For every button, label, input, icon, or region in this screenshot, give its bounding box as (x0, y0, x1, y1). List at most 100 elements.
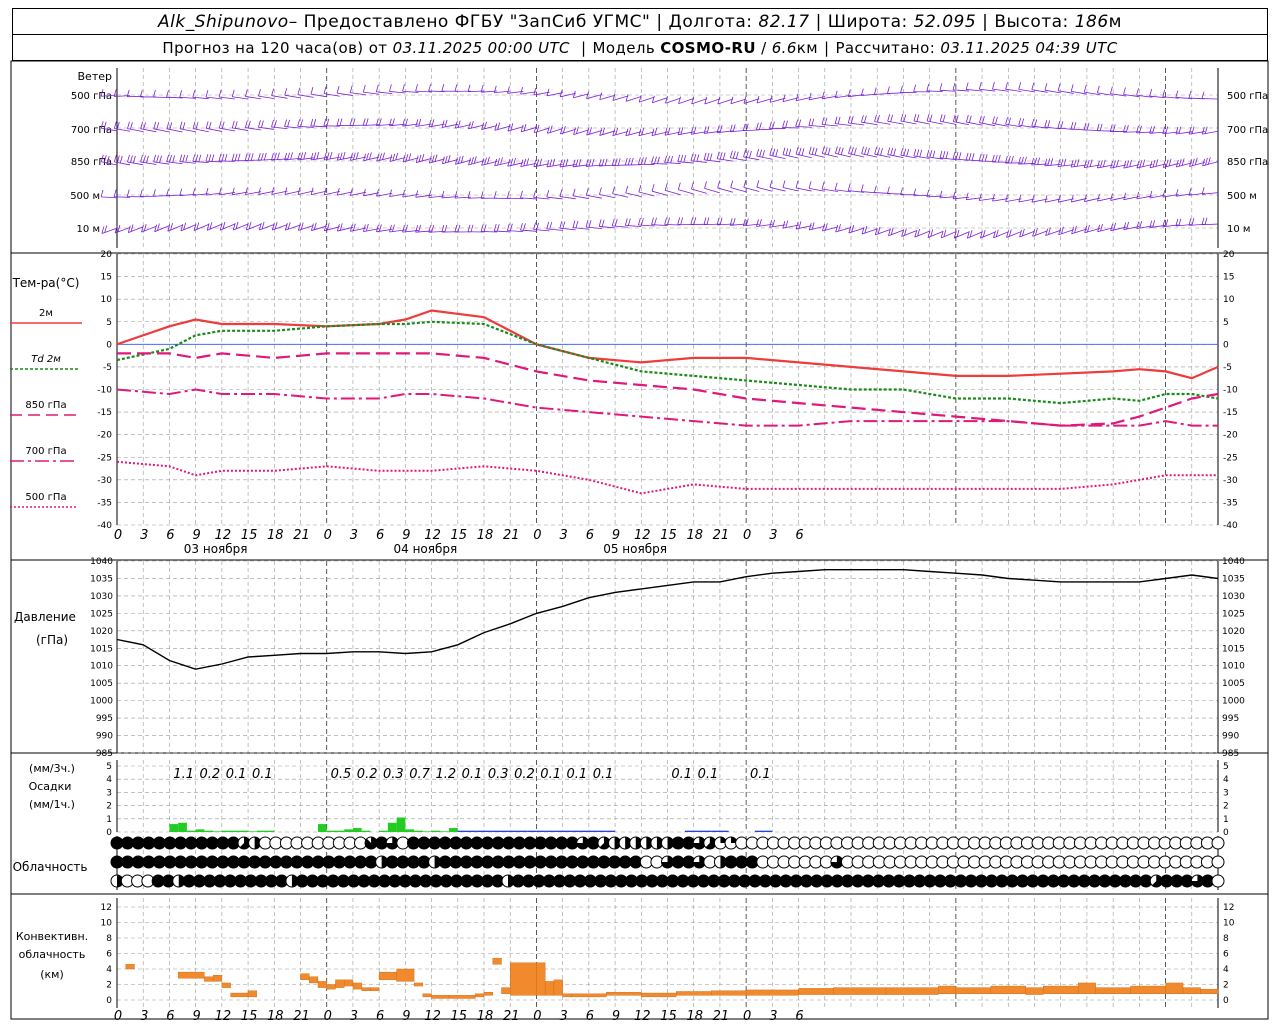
wind-barb-feather (664, 155, 668, 163)
wind-barb-feather (271, 88, 274, 96)
wind-barb-feather (1057, 83, 1061, 91)
wind-barb-feather (323, 118, 327, 126)
wind-barb-feather (1031, 82, 1035, 90)
pressure-ytick-right: 1020 (1222, 627, 1245, 637)
wind-barb-feather (1073, 159, 1077, 167)
wind-barb-shaft (559, 196, 576, 200)
wind-barb-feather (484, 121, 487, 129)
wind-barb-feather (271, 222, 275, 231)
rain-bar (396, 817, 406, 832)
pressure-ytick: 1025 (90, 609, 113, 619)
wind-barb-feather (680, 217, 684, 225)
wind-barb-feather (1031, 118, 1035, 127)
wind-barb-feather (179, 121, 183, 129)
wind-barb-feather (965, 114, 969, 123)
wind-barb-feather (506, 223, 510, 231)
wind-barb-feather (415, 119, 419, 127)
conv-cloud-bar (571, 993, 607, 998)
wind-barb-feather (405, 224, 408, 232)
wind-barb-feather (562, 221, 566, 229)
x-tick-label-bottom: 18 (477, 1009, 494, 1024)
wind-barb-feather (258, 187, 261, 195)
wind-barb-feather (559, 221, 563, 229)
legend-td-label: Td 2м (31, 354, 61, 365)
wind-barb-feather (382, 152, 385, 160)
conv-cloud-bar (212, 975, 223, 982)
precip-label-3h: (мм/3ч.) (29, 762, 75, 775)
wind-barb-feather (323, 86, 327, 94)
wind-barb-feather (310, 87, 314, 95)
wind-barb-feather (405, 118, 408, 126)
conv-cloud-bar (378, 971, 397, 981)
wind-barb-feather (1044, 195, 1048, 203)
wind-barb-feather (978, 82, 982, 90)
wind-barb-feather (821, 91, 825, 99)
temp-ytick-right: 10 (1223, 295, 1235, 305)
wind-barb-feather (457, 120, 461, 128)
wind-barb-feather (1057, 120, 1061, 129)
wind-barb-feather (1136, 88, 1139, 96)
snow-bar (457, 830, 467, 832)
wind-barb-feather (769, 121, 772, 129)
wind-barb-feather (769, 148, 773, 156)
wind-barb-feather (638, 94, 642, 103)
wind-barb-feather (1063, 158, 1067, 166)
wind-barb-feather (801, 148, 805, 156)
wind-barb-shaft (258, 95, 275, 100)
wind-barb-shaft (861, 121, 878, 125)
conv-cloud-bar (885, 987, 939, 995)
pressure-ytick-right: 985 (1222, 749, 1239, 759)
wind-barb-feather (421, 153, 425, 162)
wind-barb-feather (651, 217, 654, 225)
wind-barb-feather (887, 114, 891, 122)
wind-barb-feather (838, 224, 841, 232)
wind-barb-feather (604, 158, 608, 166)
legend-850-label: 850 гПа (25, 400, 66, 411)
conv-cloud-bar (204, 976, 214, 982)
wind-barb-feather (851, 147, 854, 155)
conv-cloud-bar (510, 962, 537, 996)
snow-bar (684, 830, 694, 832)
wind-barb-shaft (704, 188, 721, 194)
wind-barb-feather (769, 180, 773, 188)
snow-bar (597, 830, 607, 832)
rain-bar (256, 830, 266, 832)
wind-barb-feather (759, 219, 762, 227)
wind-barb-feather (680, 127, 684, 135)
wind-level-500hpa: 500 гПа (71, 91, 112, 102)
wind-barb-feather (1089, 159, 1093, 167)
wind-barb-shaft (900, 120, 917, 125)
wind-barb-shaft (233, 223, 249, 231)
wind-barb-feather (546, 126, 550, 134)
wind-barb-feather (1057, 159, 1061, 167)
wind-barb-feather (1204, 126, 1208, 134)
wind-barb-feather (376, 224, 379, 232)
wind-barb-shaft (258, 126, 275, 130)
wind-barb-shaft (887, 120, 904, 125)
wind-barb-shaft (1202, 161, 1219, 167)
wind-barb-feather (284, 88, 288, 96)
rain-bar (230, 830, 240, 832)
conv-title-1: Конвективн. (16, 930, 88, 943)
wind-barb-feather (929, 114, 933, 122)
wind-barb-feather (434, 154, 438, 162)
snow-bar (606, 830, 616, 832)
wind-barb-feather (1074, 225, 1077, 233)
conv-ytick: 8 (106, 934, 112, 944)
wind-barb-feather (559, 189, 563, 197)
wind-barb-feather (706, 153, 710, 161)
wind-barb-feather (1076, 159, 1080, 167)
wind-barb-feather (467, 84, 471, 92)
wind-barb-feather (244, 120, 248, 128)
wind-barb-feather (762, 150, 765, 158)
x-tick-label-bottom: 6 (376, 1009, 384, 1024)
x-tick-label: 18 (477, 528, 494, 543)
wind-barb-feather (769, 220, 773, 228)
wind-barb-feather (1110, 161, 1113, 169)
wind-barb-feather (245, 187, 248, 195)
pressure-ytick: 1030 (90, 592, 113, 602)
wind-barb-feather (402, 189, 406, 198)
wind-barb-feather (1034, 119, 1038, 127)
wind-barb-feather (1060, 121, 1064, 129)
wind-barb-feather (523, 158, 527, 167)
